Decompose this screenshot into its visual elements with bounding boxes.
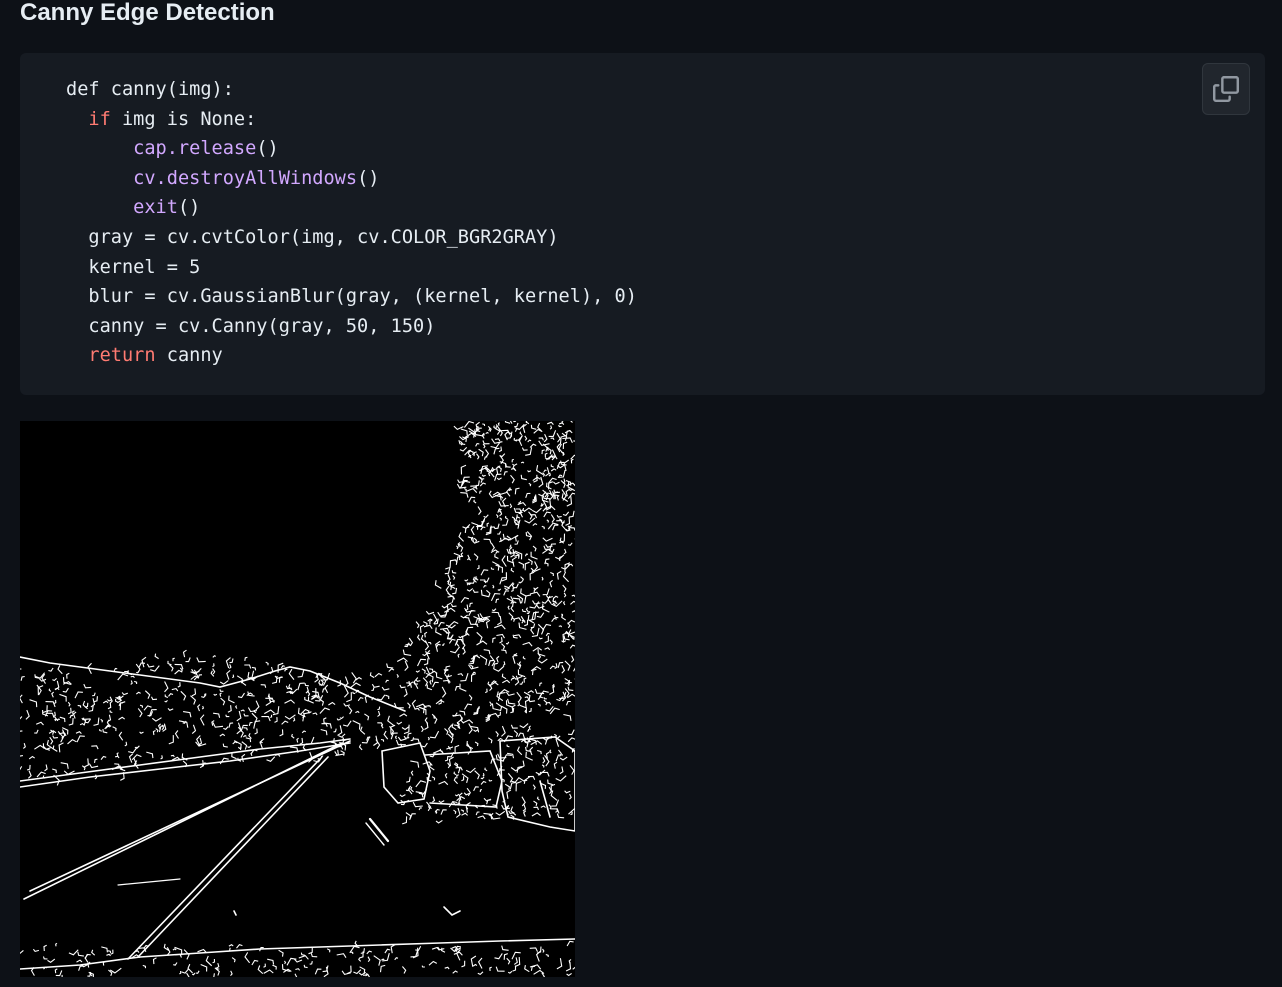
code-line: blur = cv.GaussianBlur(gray, (kernel, ke… (66, 282, 637, 312)
code-content[interactable]: def canny(img): if img is None: cap.rele… (66, 75, 637, 371)
code-block: def canny(img): if img is None: cap.rele… (20, 53, 1265, 395)
code-token: exit (133, 197, 178, 219)
code-line: cv.destroyAllWindows() (66, 164, 637, 194)
code-token: cap.release (133, 138, 257, 160)
copy-button[interactable] (1202, 63, 1250, 115)
copy-icon (1213, 76, 1239, 102)
code-token: def canny(img): (66, 79, 234, 100)
code-token: () (256, 138, 279, 160)
code-line: exit() (66, 193, 637, 223)
code-line: gray = cv.cvtColor(img, cv.COLOR_BGR2GRA… (66, 223, 637, 253)
code-line: kernel = 5 (66, 253, 637, 283)
edge-map-graphic (20, 421, 575, 977)
code-token: gray = cv.cvtColor(img, cv.COLOR_BGR2GRA… (66, 226, 559, 248)
code-token: cv.destroyAllWindows (133, 167, 358, 189)
code-token: blur = cv.GaussianBlur(gray, (kernel, ke… (66, 286, 637, 308)
code-line: if img is None: (66, 105, 637, 135)
code-token: canny = cv.Canny(gray, 50, 150) (66, 315, 436, 337)
code-token: return (88, 345, 156, 367)
code-token: canny (155, 345, 223, 367)
code-token: kernel = 5 (66, 256, 201, 278)
section-heading: Canny Edge Detection (20, 0, 275, 26)
code-line: def canny(img): (66, 75, 637, 105)
code-line: cap.release() (66, 134, 637, 164)
code-token: img is None: (110, 108, 257, 130)
code-line: return canny (66, 341, 637, 371)
code-line: canny = cv.Canny(gray, 50, 150) (66, 312, 637, 342)
code-token: () (357, 167, 380, 189)
code-token: () (177, 197, 201, 219)
code-token: if (88, 108, 111, 130)
canny-output-image (20, 421, 575, 977)
